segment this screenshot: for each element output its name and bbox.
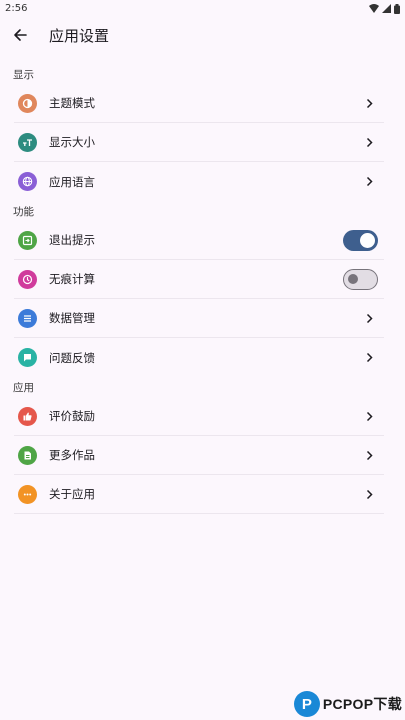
settings-item-label: 应用语言 — [49, 174, 95, 189]
chevron-right-icon — [366, 97, 376, 109]
settings-item-label: 数据管理 — [49, 311, 95, 325]
signal-icon — [382, 4, 391, 13]
text-size-icon — [18, 132, 37, 152]
settings-item-rate[interactable]: 评价鼓励 — [14, 397, 384, 436]
settings-item-data-management[interactable]: 数据管理 — [14, 299, 384, 338]
wifi-icon — [369, 4, 379, 13]
toggle-knob — [348, 273, 358, 284]
theme-contrast-icon — [18, 93, 37, 113]
toggle-knob — [360, 232, 375, 248]
page-title: 应用设置 — [49, 26, 110, 45]
chevron-right-icon — [366, 449, 376, 461]
settings-item-label: 退出提示 — [49, 233, 95, 247]
chevron-right-icon — [366, 176, 376, 188]
chevron-right-icon — [366, 488, 376, 500]
chevron-right-icon — [366, 352, 376, 364]
chevron-right-icon — [366, 410, 376, 422]
exit-icon — [18, 230, 37, 250]
watermark-text: PCPOP下载 — [322, 696, 402, 712]
settings-item-label: 主题模式 — [49, 96, 95, 110]
clock-icon — [18, 269, 37, 289]
list-icon — [18, 308, 37, 328]
section-header-display: 显示 — [13, 68, 34, 81]
settings-item-label: 关于应用 — [49, 487, 95, 501]
globe-icon — [18, 172, 37, 191]
settings-item-language[interactable]: 应用语言 — [14, 162, 384, 201]
settings-item-label: 问题反馈 — [49, 350, 95, 365]
back-button[interactable] — [10, 25, 30, 45]
thumb-up-icon — [18, 406, 37, 426]
section-header-app: 应用 — [13, 381, 34, 394]
settings-item-incognito[interactable]: 无痕计算 — [14, 260, 384, 299]
settings-item-exit-tip[interactable]: 退出提示 — [14, 221, 384, 260]
chevron-right-icon — [366, 136, 376, 148]
incognito-toggle[interactable] — [343, 268, 378, 290]
settings-item-about[interactable]: 关于应用 — [14, 475, 384, 514]
settings-item-label: 无痕计算 — [49, 272, 95, 286]
settings-item-feedback[interactable]: 问题反馈 — [14, 338, 384, 377]
arrow-back-icon — [14, 29, 27, 41]
settings-item-display-size[interactable]: 显示大小 — [14, 123, 384, 162]
battery-icon — [394, 3, 400, 14]
exit-tip-toggle[interactable] — [343, 229, 378, 251]
status-time: 2:56 — [5, 3, 28, 14]
section-header-function: 功能 — [13, 205, 34, 218]
store-icon — [18, 445, 37, 465]
status-icons — [369, 3, 400, 14]
settings-item-label: 更多作品 — [49, 448, 95, 462]
status-bar: 2:56 — [0, 0, 405, 17]
settings-item-more-works[interactable]: 更多作品 — [14, 436, 384, 475]
app-bar: 应用设置 — [0, 17, 405, 53]
watermark: P PCPOP下载 — [293, 691, 402, 717]
watermark-logo: P — [293, 691, 320, 717]
settings-item-label: 显示大小 — [49, 135, 95, 149]
more-dots-icon — [18, 484, 37, 504]
chat-icon — [18, 348, 37, 367]
chevron-right-icon — [366, 312, 376, 324]
settings-item-label: 评价鼓励 — [49, 409, 95, 423]
settings-item-theme[interactable]: 主题模式 — [14, 84, 384, 123]
